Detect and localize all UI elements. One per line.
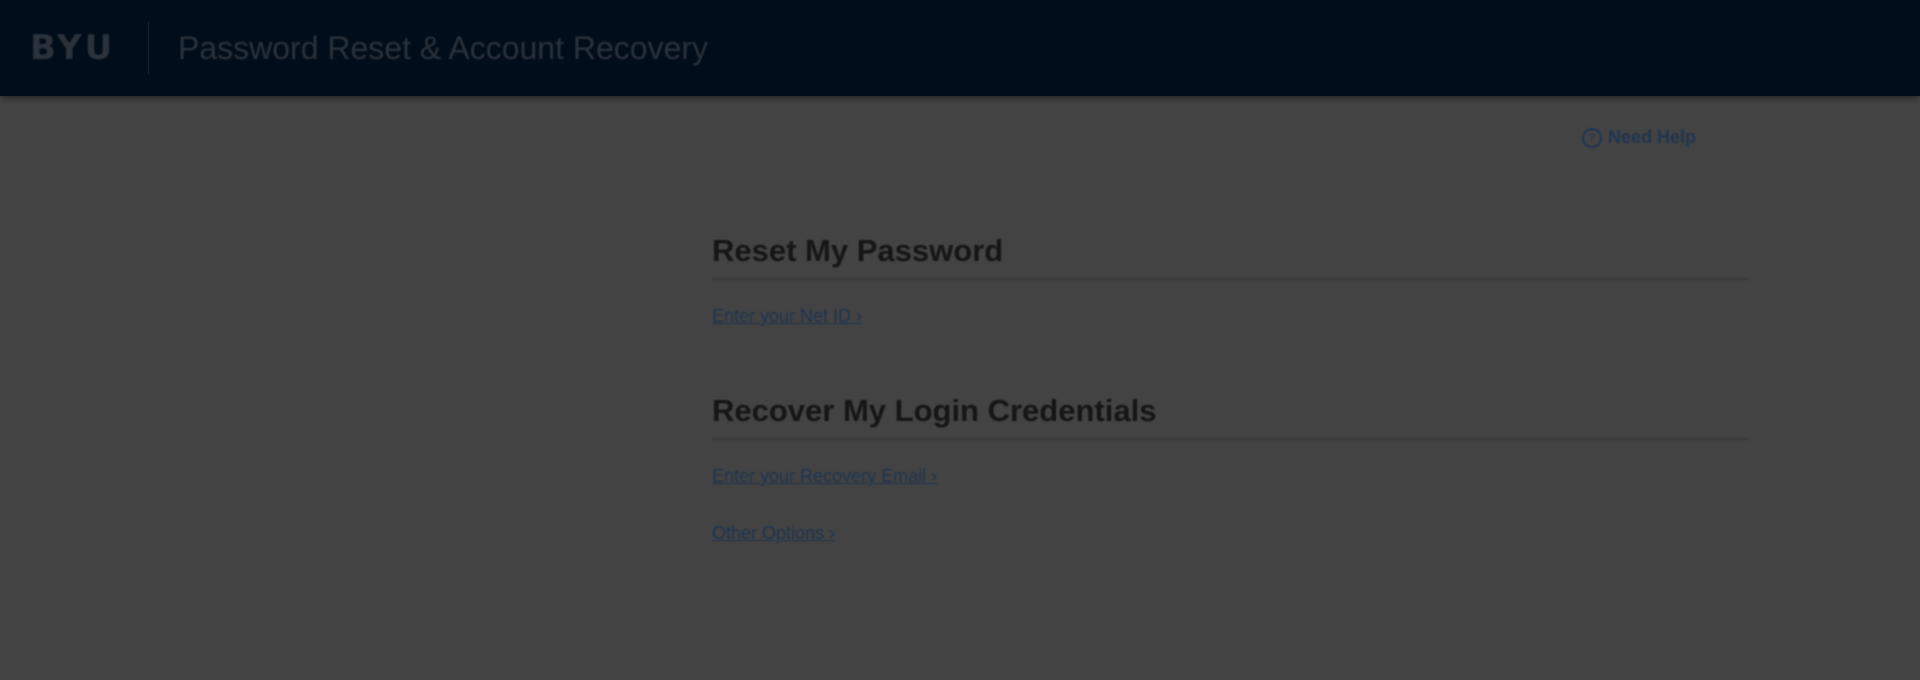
main-content: Reset My Password Enter your Net ID › Re… [712,228,1748,545]
recover-credentials-heading: Recover My Login Credentials [712,388,1748,440]
page-title: Password Reset & Account Recovery [178,30,709,66]
need-help-label: Need Help [1608,127,1697,147]
reset-password-section: Reset My Password Enter your Net ID › [712,228,1748,388]
question-circle-icon: ? [1582,127,1602,148]
recover-credentials-links: Enter your Recovery Email › Other Option… [712,440,1748,545]
header-bar: BYU Password Reset & Account Recovery [0,0,1920,96]
reset-password-heading: Reset My Password [712,228,1748,280]
byu-logo[interactable]: BYU [30,30,115,66]
reset-password-links: Enter your Net ID › [712,280,1748,388]
recover-credentials-section: Recover My Login Credentials Enter your … [712,388,1748,545]
enter-recovery-email-link[interactable]: Enter your Recovery Email › [712,464,1748,488]
enter-net-id-link[interactable]: Enter your Net ID › [712,304,1748,328]
other-options-link[interactable]: Other Options › [712,521,1748,545]
need-help-link[interactable]: ? Need Help [1582,127,1696,148]
header-divider [148,22,149,74]
